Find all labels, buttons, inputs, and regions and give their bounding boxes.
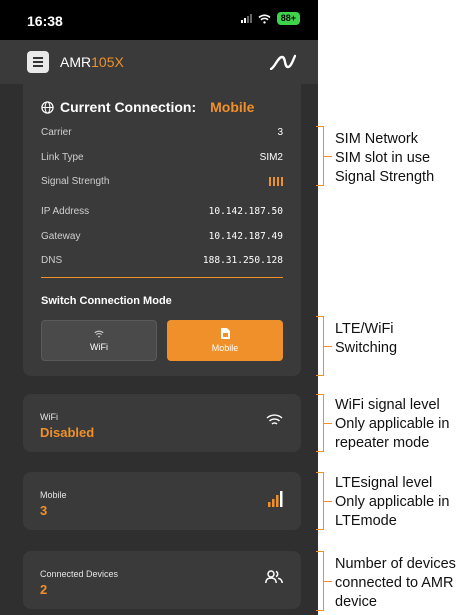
annotation-line: SIM Network xyxy=(335,131,418,147)
annotation-devices: Number of devices connected to AMR devic… xyxy=(335,555,456,612)
carrier-value: 3 xyxy=(277,127,283,138)
annotation-line: LTE/WiFi xyxy=(335,321,394,337)
carrier-row: Carrier 3 xyxy=(41,127,283,138)
current-connection-card: Current Connection: Mobile Carrier 3 Lin… xyxy=(23,84,301,376)
lte-bracket-tick xyxy=(324,501,332,502)
devices-card-value: 2 xyxy=(40,582,48,597)
section-divider xyxy=(41,277,283,278)
annotation-line: Only applicable in xyxy=(335,494,450,510)
signal-strength-bar xyxy=(277,177,279,186)
status-indicators: 88+ xyxy=(240,12,300,25)
signal-strength-bar xyxy=(269,177,271,186)
link-type-row: Link Type SIM2 xyxy=(41,152,283,163)
brand-logo-icon xyxy=(270,54,296,70)
menu-icon-line xyxy=(33,65,43,67)
sim-card-icon xyxy=(220,328,230,339)
annotation-line: device xyxy=(335,594,377,610)
connected-devices-card: Connected Devices 2 xyxy=(23,551,301,609)
status-bar: 16:38 88+ xyxy=(0,0,318,40)
gateway-value: 10.142.187.49 xyxy=(208,231,283,242)
cellular-signal-icon xyxy=(240,14,252,23)
phone-screen: 16:38 88+ AMR105X Current Connection: Mo… xyxy=(0,0,318,615)
dns-value: 188.31.250.128 xyxy=(202,255,283,266)
connection-header-label: Current Connection: xyxy=(60,99,197,115)
annotation-line: LTEsignal level xyxy=(335,475,433,491)
dns-label: DNS xyxy=(41,255,63,266)
annotation-line: connected to AMR xyxy=(335,575,454,591)
annotation-line: Number of devices xyxy=(335,556,456,572)
switching-bracket-tick xyxy=(324,346,332,347)
lte-bracket xyxy=(316,472,324,530)
menu-icon xyxy=(33,57,43,59)
signal-strength-row: Signal Strength xyxy=(41,176,283,187)
annotation-line: SIM slot in use xyxy=(335,150,431,166)
mobile-card-label: Mobile xyxy=(40,490,67,500)
annotation-lte: LTEsignal level Only applicable in LTEmo… xyxy=(335,474,449,531)
wifi-status-icon xyxy=(258,14,271,24)
wifi-mode-label: WiFi xyxy=(90,341,108,352)
wifi-bracket xyxy=(316,394,324,452)
annotation-line: Switching xyxy=(335,340,398,356)
wifi-bracket-tick xyxy=(324,423,332,424)
devices-card-label: Connected Devices xyxy=(40,569,119,579)
annotation-line: LTEmode xyxy=(335,513,397,529)
menu-icon-line xyxy=(33,61,43,63)
app-bar: AMR105X xyxy=(0,40,318,84)
wifi-card-value: Disabled xyxy=(40,425,95,440)
mobile-mode-label: Mobile xyxy=(211,343,239,353)
carrier-label: Carrier xyxy=(41,127,72,138)
signal-strength-bar xyxy=(273,177,275,186)
globe-icon xyxy=(41,100,54,114)
annotation-sim: SIM Network SIM slot in use Signal Stren… xyxy=(335,130,434,187)
ip-address-row: IP Address 10.142.187.50 xyxy=(41,206,283,217)
sim-bracket xyxy=(316,126,324,186)
sim-bracket-tick xyxy=(324,156,332,157)
connection-mode: Mobile xyxy=(210,99,255,115)
wifi-icon xyxy=(266,414,283,425)
dns-row: DNS 188.31.250.128 xyxy=(41,255,283,266)
gateway-row: Gateway 10.142.187.49 xyxy=(41,231,283,242)
annotation-line: Signal Strength xyxy=(335,169,435,185)
signal-strength-label: Signal Strength xyxy=(41,176,110,187)
link-type-label: Link Type xyxy=(41,152,84,163)
ip-address-label: IP Address xyxy=(41,206,90,217)
mobile-status-card: Mobile 3 xyxy=(23,472,301,530)
annotation-line: WiFi signal level xyxy=(335,397,440,413)
wifi-card-label: WiFi xyxy=(40,412,58,422)
ip-address-value: 10.142.187.50 xyxy=(208,206,283,217)
mobile-card-value: 3 xyxy=(40,503,48,518)
users-icon xyxy=(265,570,283,584)
annotation-switching: LTE/WiFi Switching xyxy=(335,320,397,358)
app-title-prefix: AMR xyxy=(60,54,92,70)
annotation-line: Only applicable in xyxy=(335,416,450,432)
gateway-label: Gateway xyxy=(41,231,81,242)
mobile-mode-button[interactable]: Mobile xyxy=(167,320,283,361)
wifi-mode-button[interactable]: WiFi xyxy=(41,320,157,361)
link-type-value: SIM2 xyxy=(259,152,283,163)
switching-bracket xyxy=(316,316,324,376)
wifi-icon xyxy=(94,330,104,337)
annotation-wifi: WiFi signal level Only applicable in rep… xyxy=(335,396,449,453)
app-title-model: 105X xyxy=(91,54,124,70)
signal-bars-icon xyxy=(268,491,283,507)
status-time: 16:38 xyxy=(27,13,63,29)
battery-indicator: 88+ xyxy=(276,12,300,25)
devices-bracket-tick xyxy=(324,581,332,582)
connection-header: Current Connection: Mobile xyxy=(41,99,254,115)
annotation-line: repeater mode xyxy=(335,435,430,451)
menu-button[interactable] xyxy=(27,51,49,73)
wifi-status-card: WiFi Disabled xyxy=(23,394,301,452)
app-title: AMR105X xyxy=(60,54,124,70)
devices-bracket xyxy=(316,551,324,611)
signal-strength-icon xyxy=(269,176,283,187)
signal-strength-bar xyxy=(281,177,283,186)
switch-mode-title: Switch Connection Mode xyxy=(41,295,172,307)
